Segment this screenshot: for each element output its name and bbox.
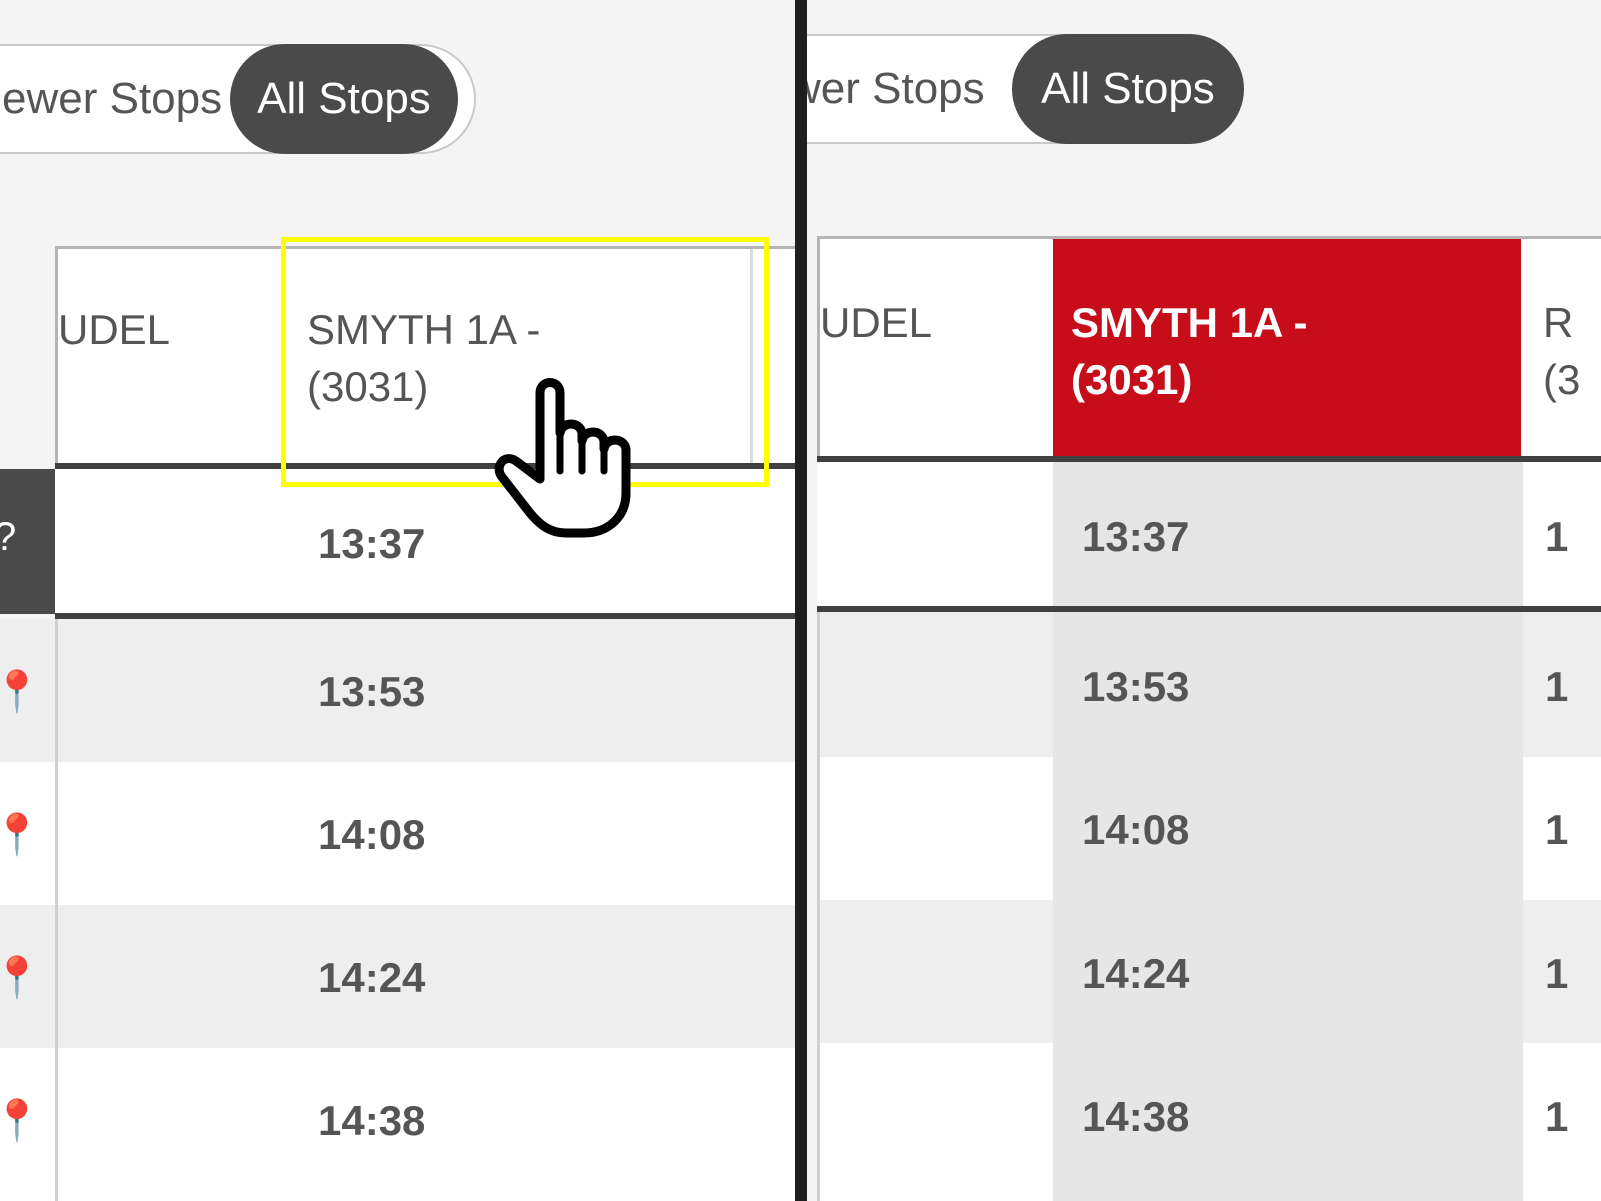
departure-time: 14:24: [1082, 950, 1190, 997]
next-stop-time: 1: [1545, 513, 1569, 560]
column-divider: [817, 612, 820, 1201]
after-panel: wer Stops All Stops UDEL SMYTH 1A - (303…: [807, 0, 1601, 1201]
hand-cursor-icon: [494, 378, 631, 538]
map-pin-icon: 📍: [0, 956, 42, 1000]
header-prev-stop[interactable]: UDEL: [58, 249, 283, 466]
map-pin-icon: 📍: [0, 1099, 42, 1143]
departure-time: 14:38: [1082, 1093, 1190, 1140]
next-stop-time: 1: [1545, 663, 1569, 710]
prev-stop-label: UDEL: [58, 306, 171, 353]
next-stop-label: R (3: [1543, 299, 1581, 403]
fewer-stops-option[interactable]: wer Stops: [807, 36, 985, 142]
all-stops-option[interactable]: All Stops: [230, 44, 458, 154]
next-stop-time: 1: [1545, 1093, 1569, 1140]
map-pin-icon: 📍: [0, 670, 42, 714]
stops-toggle: wer Stops All Stops: [807, 34, 1244, 144]
departure-time: 13:53: [318, 668, 426, 715]
selected-stop-label: SMYTH 1A - (3031): [1071, 299, 1308, 403]
departure-time: 13:53: [1082, 663, 1190, 710]
next-stop-time: 1: [1545, 950, 1569, 997]
fewer-stops-option[interactable]: ewer Stops: [2, 46, 222, 152]
departure-time: 14:08: [1082, 806, 1190, 853]
departure-time: 14:38: [318, 1097, 426, 1144]
header-prev-stop[interactable]: UDEL: [820, 239, 1053, 458]
departure-time: 14:24: [318, 954, 426, 1001]
departure-time: 13:37: [1082, 513, 1190, 560]
all-stops-option[interactable]: All Stops: [1012, 34, 1244, 144]
next-stop-time: 1: [1545, 806, 1569, 853]
header-selected-stop[interactable]: SMYTH 1A - (3031): [1053, 239, 1521, 458]
map-pin-icon: 📍: [0, 813, 42, 857]
stops-toggle: ewer Stops All Stops: [0, 44, 476, 154]
map-pin-icon: ?: [0, 515, 16, 560]
prev-stop-label: UDEL: [820, 299, 933, 346]
comparison-divider: [795, 0, 807, 1201]
column-divider: [55, 619, 58, 1201]
header-next-stop[interactable]: R (3: [1521, 239, 1601, 458]
departure-time: 14:08: [318, 811, 426, 858]
departure-time: 13:37: [318, 520, 426, 567]
before-panel: ewer Stops All Stops UDEL SMYTH 1A - (30…: [0, 0, 795, 1201]
